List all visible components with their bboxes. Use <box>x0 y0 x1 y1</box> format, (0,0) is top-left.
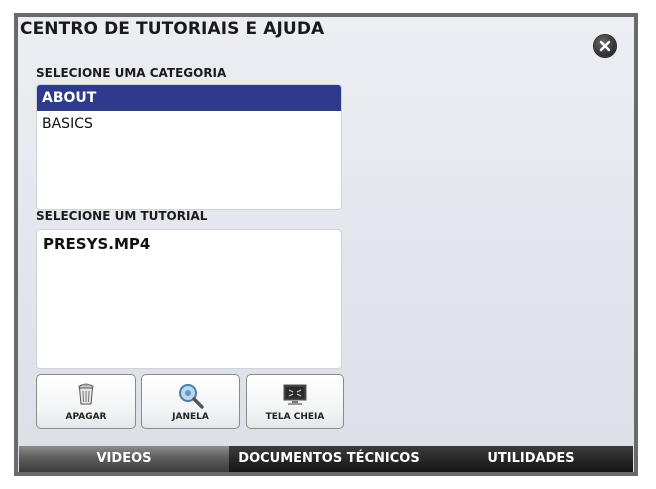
delete-button-label: APAGAR <box>65 412 107 422</box>
tutorial-item-presys[interactable]: PRESYS.MP4 <box>37 230 341 256</box>
tab-bar: VIDEOS DOCUMENTOS TÉCNICOS UTILIDADES <box>19 446 633 472</box>
trash-icon <box>76 383 96 409</box>
tab-technical-documents[interactable]: DOCUMENTOS TÉCNICOS <box>229 446 429 472</box>
tab-videos[interactable]: VIDEOS <box>19 446 229 472</box>
fullscreen-button[interactable]: TELA CHEIA <box>246 374 344 429</box>
delete-button[interactable]: APAGAR <box>36 374 136 429</box>
magnifier-icon <box>178 383 204 413</box>
window-button-label: JANELA <box>172 412 209 422</box>
fullscreen-button-label: TELA CHEIA <box>265 412 325 422</box>
close-icon[interactable] <box>594 35 616 57</box>
category-item-about[interactable]: ABOUT <box>37 85 341 111</box>
fullscreen-monitor-icon <box>282 383 308 411</box>
tutorial-section-label: SELECIONE UM TUTORIAL <box>36 209 208 223</box>
category-section-label: SELECIONE UMA CATEGORIA <box>36 66 227 80</box>
category-list[interactable]: ABOUT BASICS <box>36 84 342 210</box>
window-button[interactable]: JANELA <box>141 374 240 429</box>
tab-utilities[interactable]: UTILIDADES <box>429 446 633 472</box>
dialog-title: CENTRO DE TUTORIAIS E AJUDA <box>20 19 325 39</box>
tutorial-list[interactable]: PRESYS.MP4 <box>36 229 342 369</box>
category-item-basics[interactable]: BASICS <box>37 111 341 137</box>
